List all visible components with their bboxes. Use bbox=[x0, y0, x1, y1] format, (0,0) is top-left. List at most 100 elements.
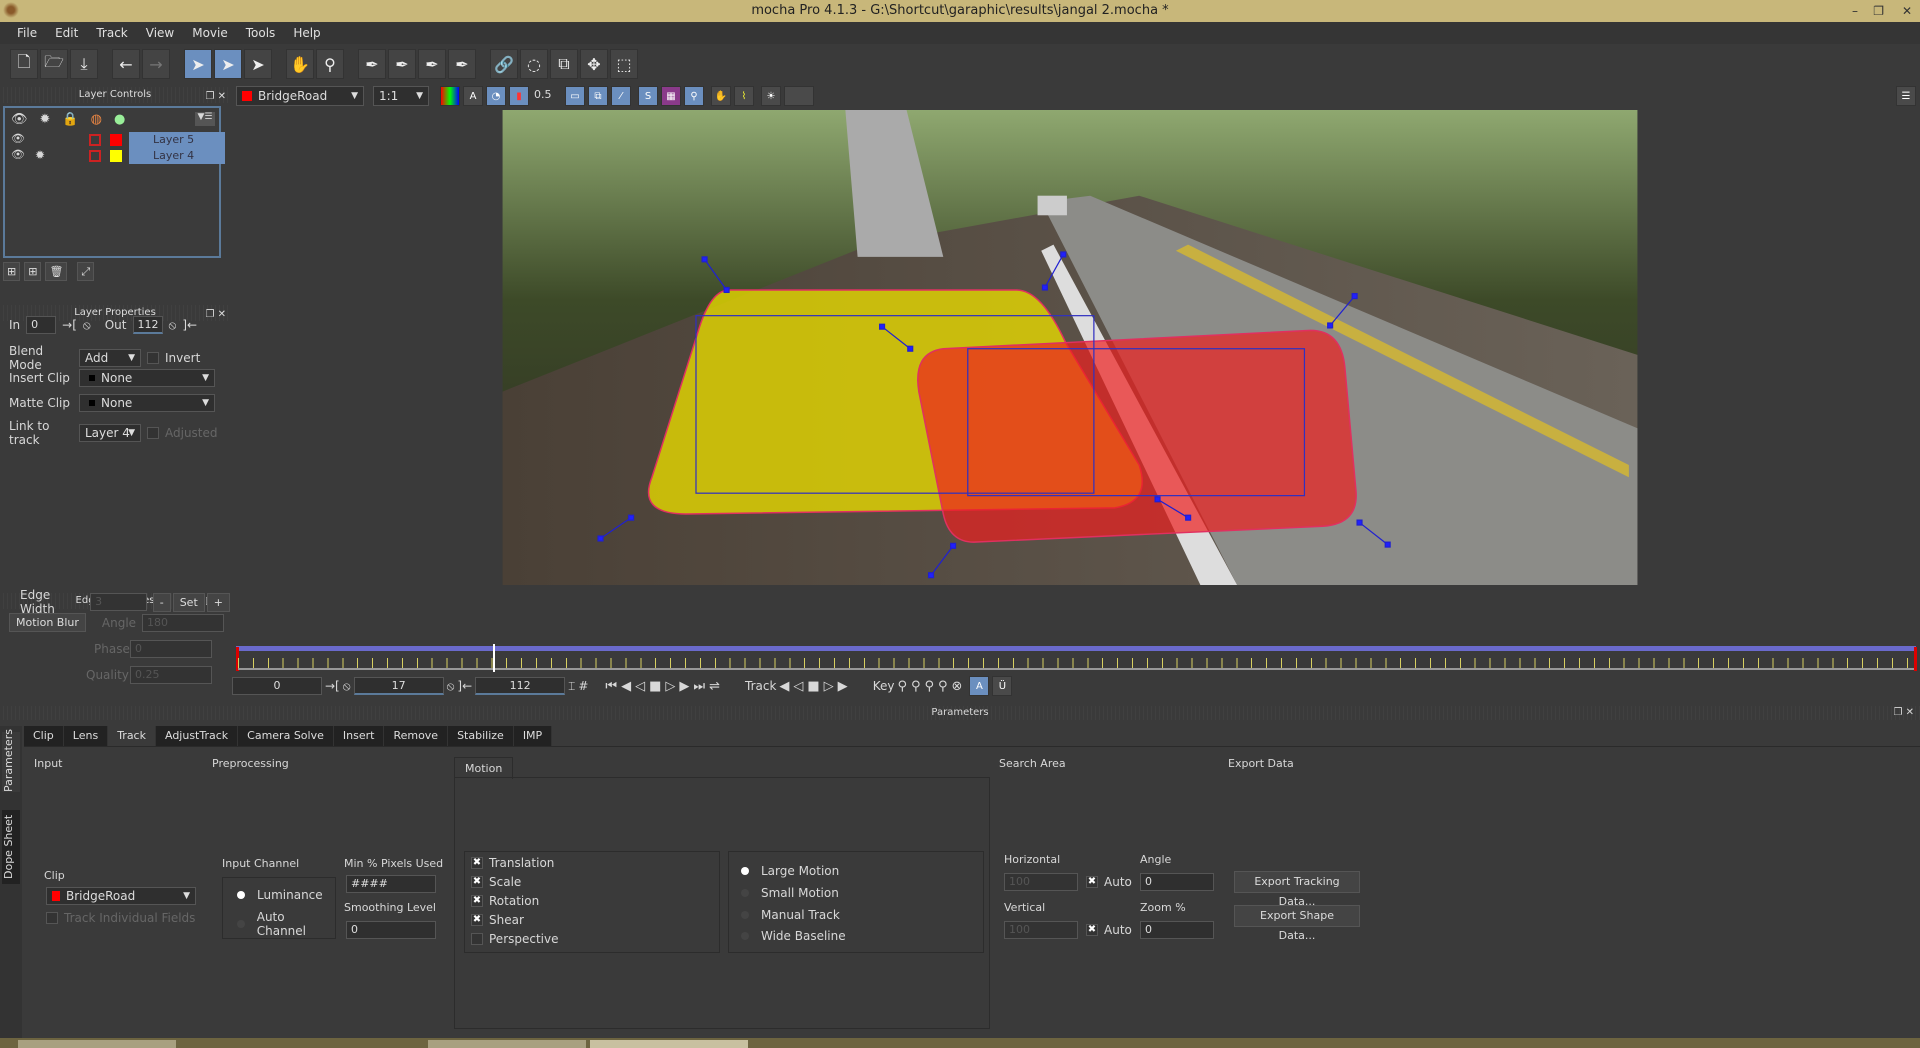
zoom-select[interactable]: 1:1 ▼ bbox=[373, 86, 429, 106]
angle-field[interactable]: 180 bbox=[142, 613, 225, 632]
close-button[interactable]: ✕ bbox=[1902, 0, 1912, 22]
clip-select[interactable]: BridgeRoad ▼ bbox=[236, 86, 364, 106]
track-fields-checkbox[interactable] bbox=[46, 912, 58, 924]
frame-ticks[interactable] bbox=[238, 658, 1914, 670]
add-layer-icon[interactable]: ⊞ bbox=[24, 262, 42, 281]
set-out-icon[interactable]: ]← bbox=[457, 679, 472, 693]
invert-checkbox[interactable] bbox=[147, 352, 159, 364]
taskbar-item[interactable] bbox=[428, 1040, 586, 1048]
small-motion-radio[interactable] bbox=[741, 889, 749, 897]
phase-field[interactable]: 0 bbox=[130, 640, 212, 658]
horizontal-field[interactable]: 100 bbox=[1004, 873, 1078, 891]
menu-track[interactable]: Track bbox=[87, 26, 136, 40]
export-shape-data-button[interactable]: Export Shape Data... bbox=[1234, 905, 1360, 942]
pen-x-spline-icon[interactable]: ✒ bbox=[358, 49, 386, 79]
start-frame-field[interactable]: 0 bbox=[232, 677, 322, 695]
side-tab-parameters[interactable]: Parameters bbox=[2, 729, 20, 792]
auto-key-icon[interactable]: A bbox=[969, 676, 990, 696]
perspective-checkbox[interactable] bbox=[471, 933, 483, 945]
link-to-track-select[interactable]: Layer 4 ▼ bbox=[79, 424, 141, 442]
opacity-value[interactable]: 0.5 bbox=[532, 87, 554, 105]
matte-icon[interactable]: ▮ bbox=[509, 86, 529, 106]
overlay-icon[interactable]: ◔ bbox=[486, 86, 506, 106]
menu-tools[interactable]: Tools bbox=[237, 26, 285, 40]
large-motion-radio[interactable] bbox=[741, 867, 749, 875]
edge-plus-button[interactable]: + bbox=[206, 592, 230, 612]
in-point-field[interactable]: 0 bbox=[26, 316, 57, 334]
layer-name[interactable]: Layer 5 bbox=[129, 132, 225, 148]
set-out-icon[interactable]: ]← bbox=[182, 318, 197, 332]
set-in-icon[interactable]: →[ bbox=[62, 318, 77, 332]
playhead[interactable] bbox=[492, 644, 495, 672]
tab-lens[interactable]: Lens bbox=[64, 726, 109, 746]
trash-icon[interactable]: 🗑 bbox=[45, 262, 68, 281]
luminance-radio[interactable] bbox=[237, 891, 245, 899]
keyframe-controls[interactable]: ⚲⚲⚲⚲⊗ bbox=[897, 679, 966, 694]
vertical-field[interactable]: 100 bbox=[1004, 921, 1078, 939]
pen-b-spline-icon[interactable]: ✒ bbox=[418, 49, 446, 79]
visibility-eye-icon[interactable]: 👁 bbox=[11, 112, 28, 127]
minimize-button[interactable]: – bbox=[1852, 0, 1858, 22]
layer-color-swatch[interactable] bbox=[110, 134, 122, 146]
out-point-field[interactable]: 112 bbox=[132, 316, 163, 334]
viewer-menu-icon[interactable]: ☰ bbox=[1896, 86, 1916, 106]
scale-icon[interactable]: ⧉ bbox=[550, 49, 578, 79]
edge-set-button[interactable]: Set bbox=[172, 592, 205, 612]
menu-file[interactable]: File bbox=[8, 26, 46, 40]
fit-range-icon[interactable]: ⌶ bbox=[568, 679, 575, 694]
link-icon[interactable]: 🔗 bbox=[490, 49, 518, 79]
layer-row[interactable]: 👁 Layer 5 bbox=[9, 132, 225, 148]
new-file-icon[interactable]: 🗋 bbox=[10, 49, 38, 79]
marquee-select-icon[interactable]: ⬚ bbox=[610, 49, 638, 79]
timeline-range-bar[interactable] bbox=[236, 646, 1916, 651]
viewer[interactable] bbox=[232, 108, 1920, 638]
end-frame-field[interactable]: 112 bbox=[475, 677, 566, 695]
zoom-magnifier-icon[interactable]: ⚲ bbox=[316, 49, 344, 79]
playback-controls[interactable]: ⏮◀◁■▷▶⏭⇌ bbox=[605, 679, 724, 694]
add-pointer-icon[interactable]: ➤ bbox=[244, 49, 272, 79]
matte-clip-select[interactable]: None ▼ bbox=[79, 394, 215, 412]
manual-track-radio[interactable] bbox=[741, 911, 749, 919]
layer-5-shape[interactable] bbox=[917, 329, 1357, 543]
menu-view[interactable]: View bbox=[137, 26, 183, 40]
shear-checkbox[interactable]: ✖ bbox=[471, 914, 483, 926]
scale-checkbox[interactable]: ✖ bbox=[471, 876, 483, 888]
smoothing-level-field[interactable]: 0 bbox=[346, 921, 436, 939]
visibility-eye-icon[interactable]: 👁 bbox=[11, 132, 25, 145]
tab-insert[interactable]: Insert bbox=[334, 726, 385, 746]
tab-stabilize[interactable]: Stabilize bbox=[448, 726, 514, 746]
open-folder-icon[interactable]: 🗁 bbox=[40, 49, 68, 79]
color-sphere-icon[interactable]: ● bbox=[114, 112, 125, 127]
pen-b-add-icon[interactable]: ✒ bbox=[448, 49, 476, 79]
hand-pan-icon[interactable]: ✋ bbox=[286, 49, 314, 79]
menu-edit[interactable]: Edit bbox=[46, 26, 87, 40]
tab-camera-solve[interactable]: Camera Solve bbox=[238, 726, 334, 746]
move-icon[interactable]: ✥ bbox=[580, 49, 608, 79]
edge-minus-button[interactable]: - bbox=[152, 592, 171, 612]
visibility-eye-icon[interactable]: 👁 bbox=[11, 148, 25, 161]
gear-icon[interactable]: ✹ bbox=[40, 112, 51, 127]
layer-row[interactable]: 👁 ✹ Layer 4 bbox=[9, 148, 225, 164]
key-u-icon[interactable]: Ü bbox=[992, 676, 1013, 696]
out-clock-icon[interactable]: ⦸ bbox=[169, 318, 177, 333]
quality-field[interactable]: 0.25 bbox=[130, 666, 212, 684]
motion-blur-button[interactable]: Motion Blur bbox=[9, 613, 86, 632]
restore-button[interactable]: ❐ bbox=[1873, 0, 1884, 22]
select-b-pointer-icon[interactable]: ➤ bbox=[214, 49, 242, 79]
vertical-auto-checkbox[interactable]: ✖ bbox=[1086, 924, 1098, 936]
in-clock-icon[interactable]: ⦸ bbox=[83, 318, 91, 333]
panel-float-close-icon[interactable]: ❐ ✕ bbox=[1893, 706, 1914, 720]
layer-color-outline[interactable] bbox=[89, 150, 101, 162]
tab-remove[interactable]: Remove bbox=[384, 726, 449, 746]
rgb-channel-icon[interactable] bbox=[440, 86, 460, 106]
blend-mode-select[interactable]: Add ▼ bbox=[79, 349, 141, 367]
layer-name[interactable]: Layer 4 bbox=[129, 148, 225, 164]
spline-icon[interactable]: ⁄ bbox=[611, 86, 631, 106]
expand-icon[interactable]: ⤢ bbox=[77, 262, 95, 281]
tab-imp[interactable]: IMP bbox=[514, 726, 553, 746]
frame-grid-icon[interactable]: # bbox=[578, 679, 588, 693]
layer-menu-icon[interactable]: ▼☰ bbox=[195, 112, 215, 126]
motion-tab[interactable]: Motion bbox=[454, 757, 514, 779]
auto-channel-radio[interactable] bbox=[237, 920, 245, 928]
adjusted-checkbox[interactable] bbox=[147, 427, 159, 439]
